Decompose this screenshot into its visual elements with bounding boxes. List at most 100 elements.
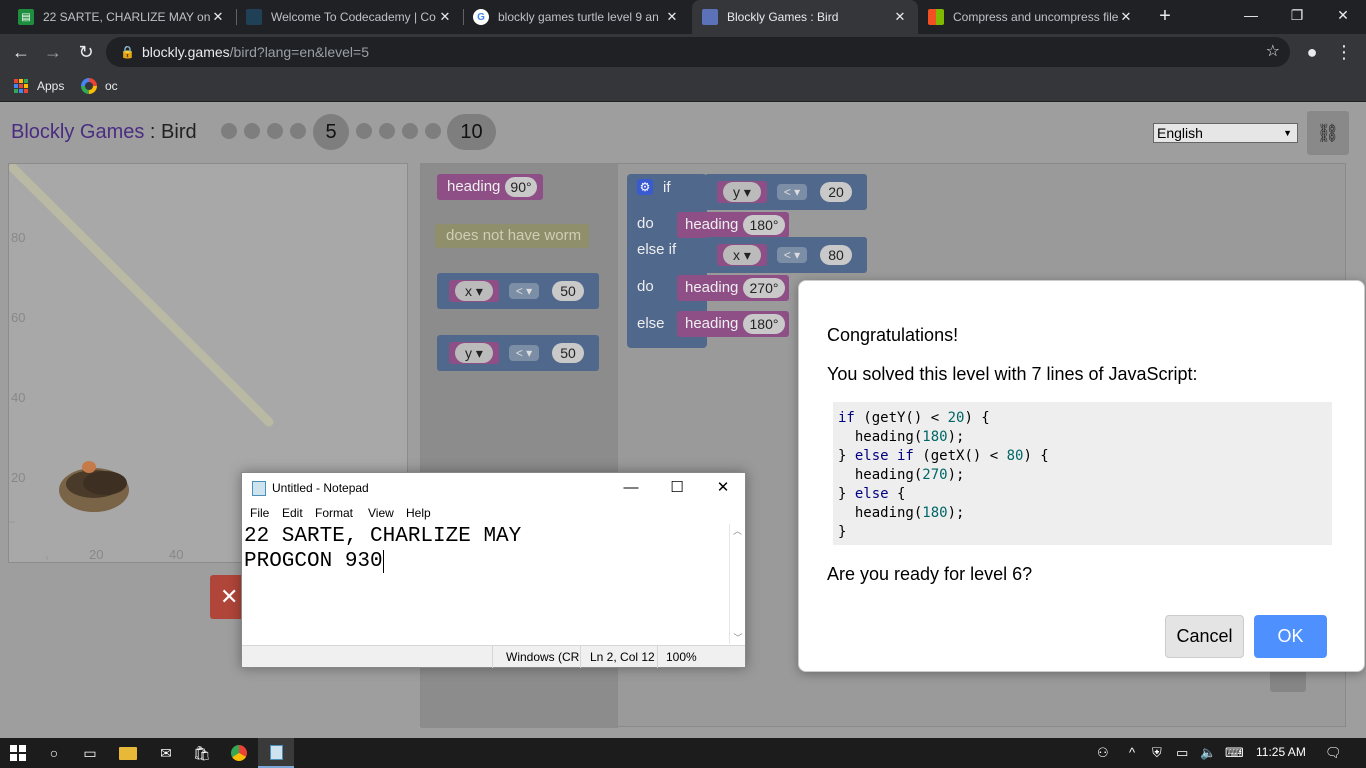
close-icon[interactable]: ✕	[664, 9, 680, 25]
taskbar-clock[interactable]: 11:25 AM	[1256, 745, 1306, 759]
menu-kebab-icon[interactable]: ⋮	[1331, 39, 1357, 65]
no-worm-block[interactable]: does not have worm	[435, 224, 589, 248]
forward-button[interactable]: →	[40, 39, 66, 65]
gear-icon[interactable]: ⚙	[637, 179, 653, 195]
x-axis-label-40: 40	[169, 547, 184, 562]
block-label: heading	[685, 315, 739, 332]
level-7-dot[interactable]	[379, 123, 395, 139]
operator-dropdown[interactable]: < ▾	[509, 345, 539, 361]
level-2-dot[interactable]	[244, 123, 260, 139]
vertical-scrollbar[interactable]: ︿ ﹀	[729, 524, 745, 644]
number-field[interactable]: 80	[820, 245, 852, 265]
level-1-dot[interactable]	[221, 123, 237, 139]
close-icon[interactable]: ✕	[210, 9, 226, 25]
operator-dropdown[interactable]: < ▾	[777, 184, 807, 200]
link-button[interactable]: ⛓	[1307, 111, 1349, 155]
chevron-up-icon[interactable]: ^	[1129, 745, 1135, 760]
people-icon[interactable]: ⚇	[1097, 745, 1109, 761]
y-compare-block[interactable]: y ▾ < ▾ 50	[437, 335, 599, 371]
current-level-badge[interactable]: 5	[313, 114, 349, 150]
scroll-up-arrow-icon[interactable]: ︿	[730, 524, 745, 537]
y-var-field[interactable]: y ▾	[455, 343, 493, 363]
y-var-block[interactable]: y ▾	[717, 181, 767, 203]
restore-button[interactable]: ❐	[1274, 0, 1320, 34]
close-button[interactable]: ✕	[700, 473, 746, 504]
profile-icon[interactable]: ●	[1299, 39, 1325, 65]
minimize-button[interactable]: —	[608, 473, 654, 504]
angle-field[interactable]: 90°	[505, 177, 537, 197]
tab-microsoft[interactable]: Compress and uncompress file ✕	[918, 0, 1144, 34]
tab-google-search[interactable]: G blockly games turtle level 9 an ✕	[463, 0, 690, 34]
search-icon[interactable]: ○	[36, 738, 72, 768]
heading-block[interactable]: heading 180°	[677, 212, 789, 238]
file-explorer-icon[interactable]	[110, 738, 146, 768]
menu-edit[interactable]: Edit	[282, 506, 303, 520]
level-9-dot[interactable]	[425, 123, 441, 139]
number-field[interactable]: 20	[820, 182, 852, 202]
angle-field[interactable]: 180°	[743, 314, 785, 334]
level-6-dot[interactable]	[356, 123, 372, 139]
close-icon[interactable]: ✕	[437, 9, 453, 25]
number-field[interactable]: 50	[552, 281, 584, 301]
number-field[interactable]: 50	[552, 343, 584, 363]
task-view-icon[interactable]: ▭	[72, 738, 108, 768]
bookmark-oc[interactable]: oc	[81, 76, 118, 96]
address-bar[interactable]: 🔒 blockly.games/bird?lang=en&level=5 ☆	[106, 37, 1290, 67]
tab-codecademy[interactable]: Welcome To Codecademy | Co ✕	[236, 0, 463, 34]
minimize-button[interactable]: —	[1228, 0, 1274, 34]
mail-icon[interactable]: ✉	[148, 738, 184, 768]
level-8-dot[interactable]	[402, 123, 418, 139]
store-icon[interactable]: 🛍	[184, 738, 220, 768]
angle-field[interactable]: 270°	[743, 278, 785, 298]
star-icon[interactable]: ☆	[1266, 37, 1280, 67]
heading-block[interactable]: heading 180°	[677, 311, 789, 337]
cancel-button[interactable]: Cancel	[1165, 615, 1244, 658]
new-tab-button[interactable]: +	[1154, 5, 1176, 27]
notepad-text-area[interactable]: 22 SARTE, CHARLIZE MAY PROGCON 930	[243, 524, 729, 644]
close-window-button[interactable]: ✕	[1320, 0, 1366, 34]
notification-icon[interactable]: 🗨	[1325, 745, 1342, 761]
menu-format[interactable]: Format	[315, 506, 353, 520]
y-var-block[interactable]: y ▾	[449, 342, 499, 364]
maximize-button[interactable]: ☐	[654, 473, 700, 504]
reload-button[interactable]: ↻	[73, 39, 99, 65]
security-icon[interactable]: ⛨	[1152, 745, 1162, 761]
network-icon[interactable]: ▭	[1176, 745, 1188, 761]
close-icon[interactable]: ✕	[892, 9, 908, 25]
x-compare-block[interactable]: x ▾ < ▾ 50	[437, 273, 599, 309]
heading-block[interactable]: heading 270°	[677, 275, 789, 301]
ok-button[interactable]: OK	[1254, 615, 1327, 658]
x-var-field[interactable]: x ▾	[723, 245, 761, 265]
close-icon[interactable]: ✕	[1118, 9, 1134, 25]
level-3-dot[interactable]	[267, 123, 283, 139]
y-compare-block[interactable]: y ▾ < ▾ 20	[705, 174, 867, 210]
notepad-menubar: File Edit Format View Help	[242, 504, 745, 524]
tab-blockly-bird[interactable]: Blockly Games : Bird ✕	[692, 0, 918, 34]
notepad-taskbar-icon[interactable]	[258, 738, 294, 768]
tab-classroom[interactable]: ▤ 22 SARTE, CHARLIZE MAY on 2 ✕	[8, 0, 236, 34]
block-label: does not have worm	[446, 227, 582, 244]
bookmark-apps[interactable]: Apps	[14, 76, 64, 96]
windows-start-icon[interactable]	[0, 738, 36, 768]
y-var-field[interactable]: y ▾	[723, 182, 761, 202]
x-var-block[interactable]: x ▾	[449, 280, 499, 302]
heading-block[interactable]: heading 90°	[437, 174, 543, 200]
operator-dropdown[interactable]: < ▾	[777, 247, 807, 263]
angle-field[interactable]: 180°	[743, 215, 785, 235]
keyboard-icon[interactable]: ⌨	[1225, 745, 1244, 761]
last-level-badge[interactable]: 10	[447, 114, 496, 150]
x-var-field[interactable]: x ▾	[455, 281, 493, 301]
brand-link[interactable]: Blockly Games	[11, 121, 144, 143]
x-compare-block[interactable]: x ▾ < ▾ 80	[705, 237, 867, 273]
menu-file[interactable]: File	[250, 506, 269, 520]
menu-view[interactable]: View	[368, 506, 394, 520]
x-var-block[interactable]: x ▾	[717, 244, 767, 266]
scroll-down-arrow-icon[interactable]: ﹀	[730, 631, 746, 644]
volume-icon[interactable]: 🔈	[1200, 745, 1216, 761]
language-select[interactable]: English ▼	[1153, 123, 1298, 143]
back-button[interactable]: ←	[8, 39, 34, 65]
menu-help[interactable]: Help	[406, 506, 431, 520]
chrome-icon[interactable]	[221, 738, 257, 768]
level-4-dot[interactable]	[290, 123, 306, 139]
operator-dropdown[interactable]: < ▾	[509, 283, 539, 299]
